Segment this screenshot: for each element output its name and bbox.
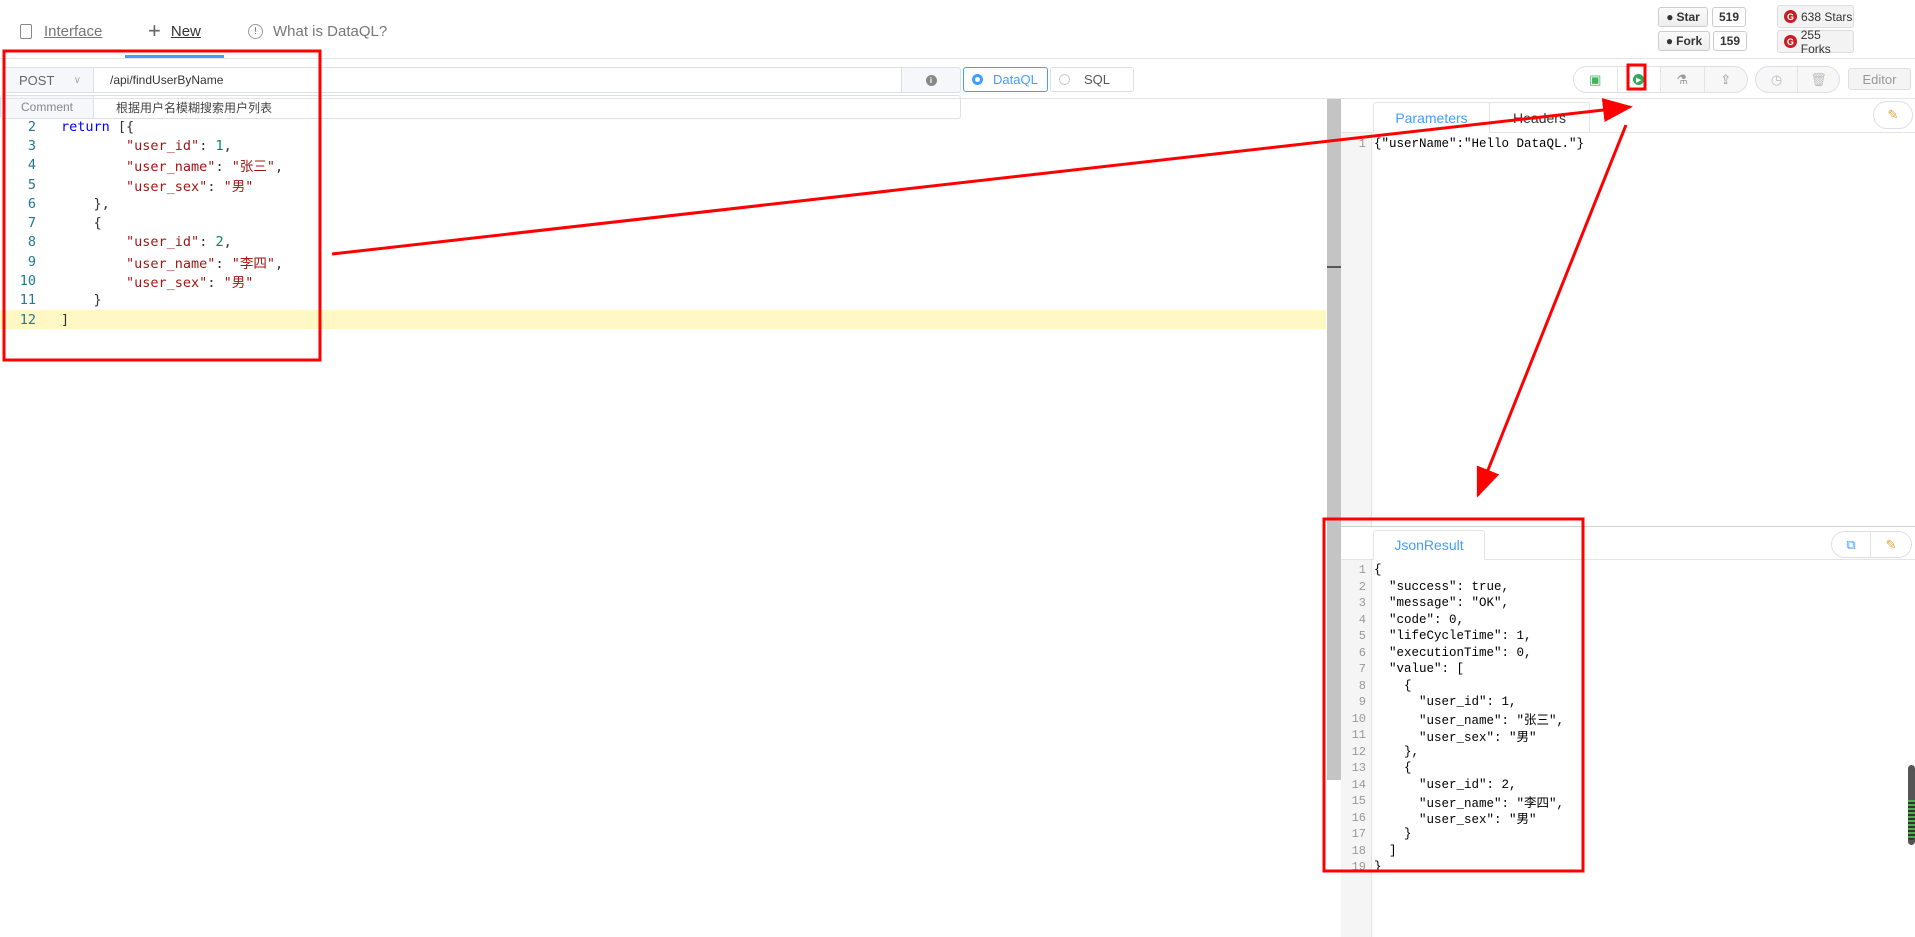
annotation-arrow-run	[331, 98, 1633, 256]
annotation-arrow-result	[1476, 124, 1628, 498]
annotation-overlay	[2, 49, 1647, 873]
annotation-box-run	[1626, 63, 1647, 91]
annotation-box-result	[1322, 517, 1585, 873]
annotation-box-editor	[2, 49, 322, 362]
